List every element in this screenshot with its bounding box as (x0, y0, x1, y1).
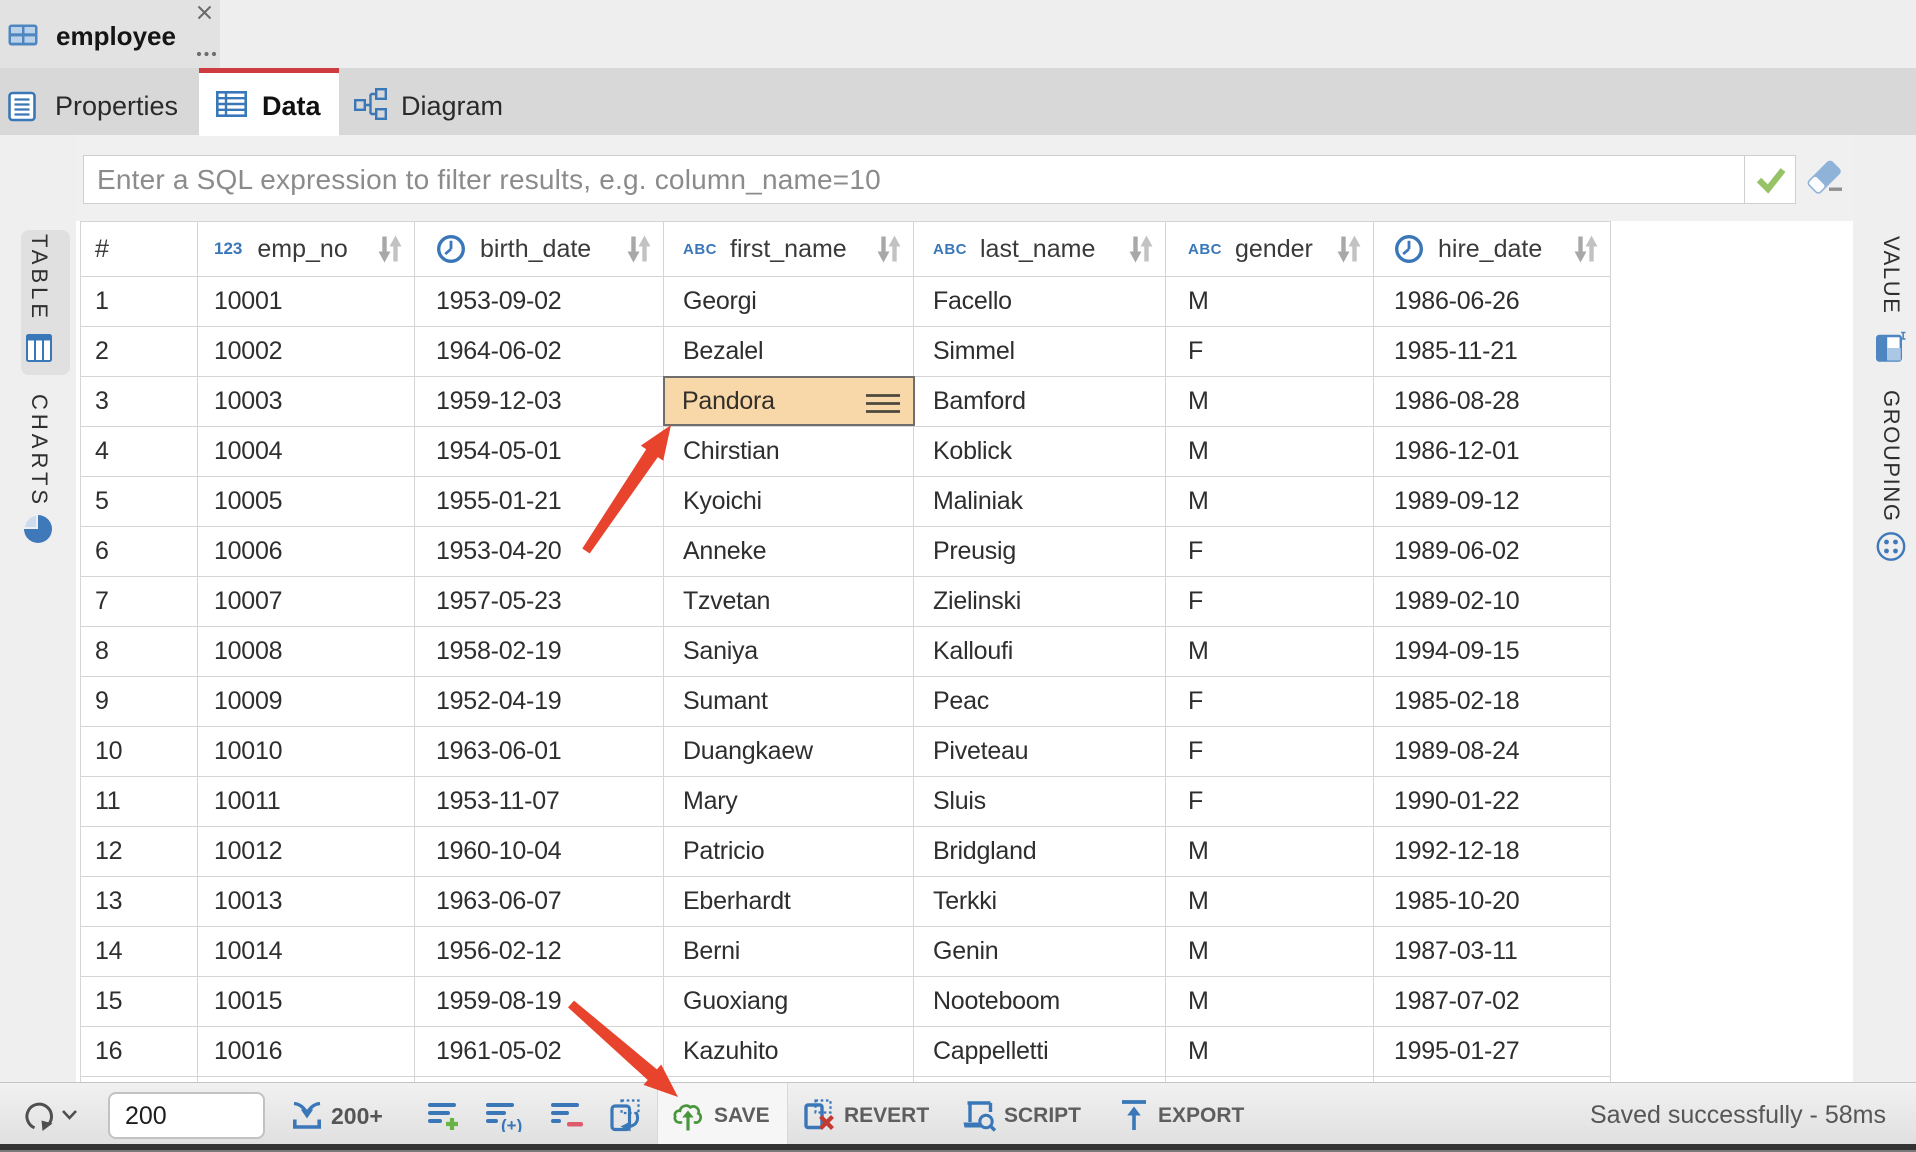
svg-text:(+): (+) (501, 1116, 522, 1132)
